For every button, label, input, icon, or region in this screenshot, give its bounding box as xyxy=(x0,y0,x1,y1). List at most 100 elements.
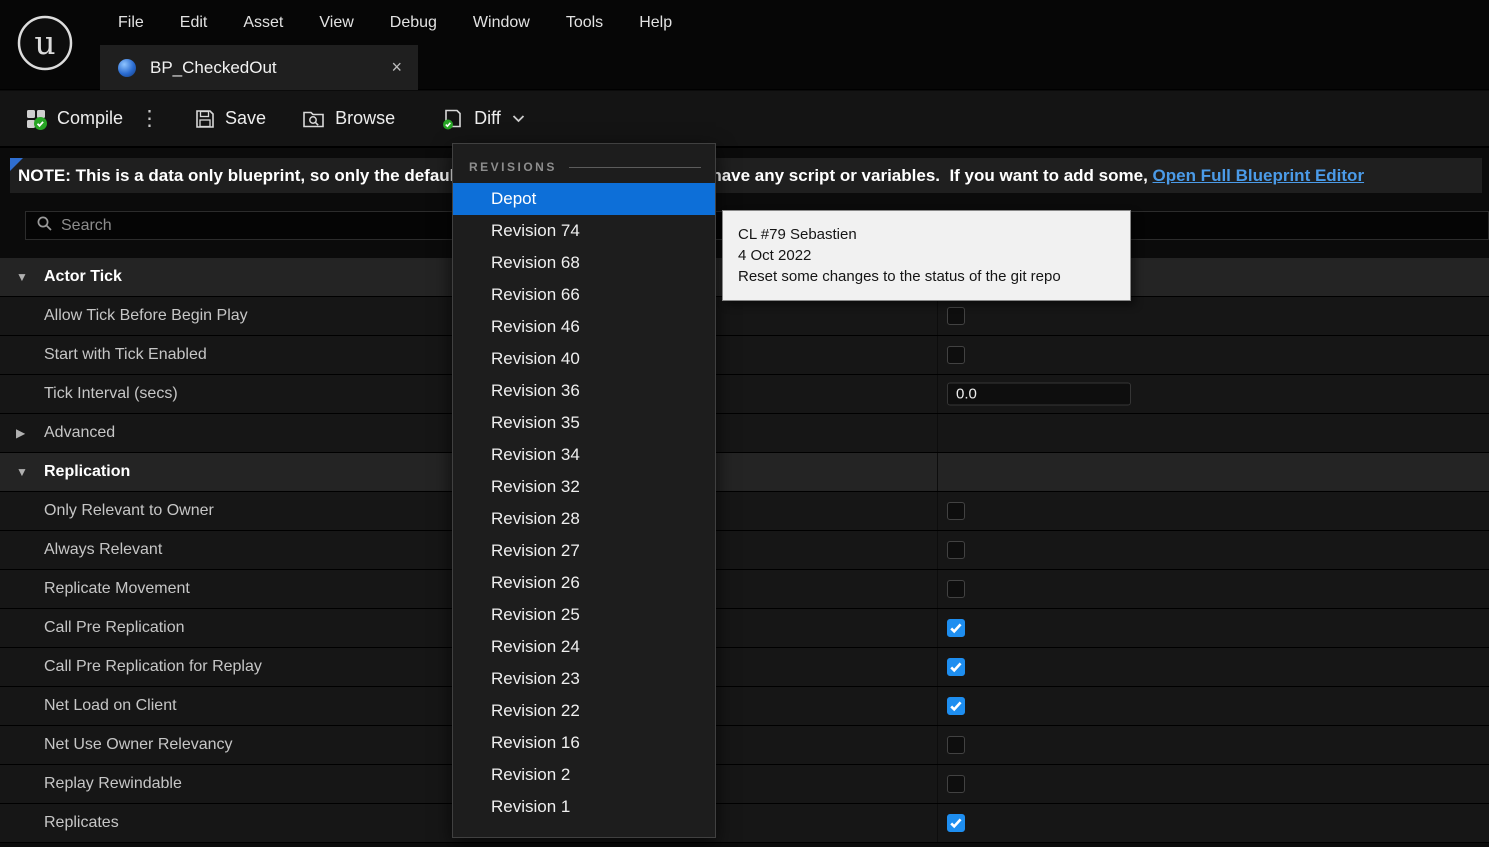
revisions-dropdown-menu: REVISIONS Depot Revision 74 Revision 68 Rev… xyxy=(452,143,716,838)
column-divider xyxy=(937,609,938,647)
compile-options-kebab-icon[interactable]: ⋮ xyxy=(139,108,160,129)
checkbox-replicate-movement[interactable] xyxy=(947,580,965,598)
revision-item-revision-66[interactable]: Revision 66 xyxy=(453,279,715,311)
column-divider xyxy=(937,414,938,452)
menubar-items: File Edit Asset View Debug Window Tools Help xyxy=(100,0,690,45)
property-label: Net Use Owner Relevancy xyxy=(44,736,233,753)
menu-bar: File Edit Asset View Debug Window Tools Help xyxy=(0,0,1489,45)
browse-button[interactable]: Browse xyxy=(302,108,395,130)
close-icon[interactable]: × xyxy=(391,57,402,78)
property-row-tick-interval-secs: Tick Interval (secs) 0.0 xyxy=(0,375,1489,414)
property-row-start-with-tick-enabled: Start with Tick Enabled xyxy=(0,336,1489,375)
checkbox-always-relevant[interactable] xyxy=(947,541,965,559)
revision-item-revision-35[interactable]: Revision 35 xyxy=(453,407,715,439)
revision-item-revision-32[interactable]: Revision 32 xyxy=(453,471,715,503)
note-banner: NOTE: This is a data only blueprint, so … xyxy=(10,158,1482,193)
menu-item-asset[interactable]: Asset xyxy=(225,14,301,32)
tab-title: BP_CheckedOut xyxy=(150,57,277,77)
checkbox-allow-tick-before-begin-play[interactable] xyxy=(947,307,965,325)
revision-item-revision-46[interactable]: Revision 46 xyxy=(453,311,715,343)
property-row-call-pre-replication: Call Pre Replication xyxy=(0,609,1489,648)
checkbox-start-with-tick-enabled[interactable] xyxy=(947,346,965,364)
open-full-blueprint-editor-link[interactable]: Open Full Blueprint Editor xyxy=(1153,166,1365,186)
revision-item-revision-23[interactable]: Revision 23 xyxy=(453,663,715,695)
menu-item-edit[interactable]: Edit xyxy=(162,14,226,32)
revision-item-revision-68[interactable]: Revision 68 xyxy=(453,247,715,279)
revision-tooltip: CL #79 Sebastien 4 Oct 2022 Reset some cha… xyxy=(722,210,1131,301)
column-divider xyxy=(937,570,938,608)
revision-item-revision-26[interactable]: Revision 26 xyxy=(453,567,715,599)
property-label: Replay Rewindable xyxy=(44,775,182,792)
tab-strip: BP_CheckedOut × xyxy=(0,45,1489,90)
menu-item-view[interactable]: View xyxy=(301,14,371,32)
revision-item-revision-34[interactable]: Revision 34 xyxy=(453,439,715,471)
property-label: Replicates xyxy=(44,814,119,831)
number-input-tick-interval-secs[interactable]: 0.0 xyxy=(947,382,1131,406)
revision-item-revision-25[interactable]: Revision 25 xyxy=(453,599,715,631)
revision-item-revision-2[interactable]: Revision 2 xyxy=(453,759,715,791)
svg-text:u: u xyxy=(34,23,55,62)
revision-item-revision-24[interactable]: Revision 24 xyxy=(453,631,715,663)
revision-item-depot[interactable]: Depot xyxy=(453,183,715,215)
chevron-down-icon[interactable]: ▼ xyxy=(16,270,28,284)
save-button[interactable]: Save xyxy=(194,108,266,130)
property-row-net-load-on-client: Net Load on Client xyxy=(0,687,1489,726)
revision-item-revision-1[interactable]: Revision 1 xyxy=(453,791,715,823)
column-divider xyxy=(937,492,938,530)
chevron-down-icon xyxy=(512,114,525,123)
diff-icon xyxy=(441,107,465,131)
revision-item-revision-16[interactable]: Revision 16 xyxy=(453,727,715,759)
property-label: Replication xyxy=(44,463,131,480)
save-icon xyxy=(194,108,216,130)
menu-item-tools[interactable]: Tools xyxy=(548,14,621,32)
property-label: Only Relevant to Owner xyxy=(44,502,214,519)
checkbox-replay-rewindable[interactable] xyxy=(947,775,965,793)
revision-item-revision-22[interactable]: Revision 22 xyxy=(453,695,715,727)
tooltip-line: 4 Oct 2022 xyxy=(738,247,812,264)
browse-folder-icon xyxy=(302,108,326,130)
property-row-advanced[interactable]: ▶ Advanced xyxy=(0,414,1489,453)
property-label: Allow Tick Before Begin Play xyxy=(44,307,248,324)
chevron-right-icon[interactable]: ▶ xyxy=(16,426,25,440)
tooltip-line: Reset some changes to the status of the … xyxy=(738,268,1061,285)
revision-item-revision-36[interactable]: Revision 36 xyxy=(453,375,715,407)
checkbox-net-use-owner-relevancy[interactable] xyxy=(947,736,965,754)
menu-item-debug[interactable]: Debug xyxy=(372,14,455,32)
property-row-call-pre-replication-for-replay: Call Pre Replication for Replay xyxy=(0,648,1489,687)
property-row-net-use-owner-relevancy: Net Use Owner Relevancy xyxy=(0,726,1489,765)
property-row-only-relevant-to-owner: Only Relevant to Owner xyxy=(0,492,1489,531)
checkbox-call-pre-replication[interactable] xyxy=(947,619,965,637)
diff-label: Diff xyxy=(474,108,501,128)
unreal-engine-logo-icon[interactable]: u xyxy=(15,13,75,73)
property-label: Advanced xyxy=(44,424,116,441)
compile-button[interactable]: Compile xyxy=(24,107,123,131)
details-panel: ▼ Actor Tick Allow Tick Before Begin Play S… xyxy=(0,258,1489,843)
menu-item-help[interactable]: Help xyxy=(621,14,690,32)
revision-item-revision-27[interactable]: Revision 27 xyxy=(453,535,715,567)
column-divider xyxy=(937,687,938,725)
revision-item-revision-28[interactable]: Revision 28 xyxy=(453,503,715,535)
compile-icon xyxy=(24,107,48,131)
property-label: Replicate Movement xyxy=(44,580,190,597)
diff-button[interactable]: Diff xyxy=(441,107,525,131)
property-row-always-relevant: Always Relevant xyxy=(0,531,1489,570)
chevron-down-icon[interactable]: ▼ xyxy=(16,465,28,479)
checkbox-call-pre-replication-for-replay[interactable] xyxy=(947,658,965,676)
property-label: Always Relevant xyxy=(44,541,163,558)
menu-item-window[interactable]: Window xyxy=(455,14,548,32)
note-corner-accent xyxy=(10,158,23,171)
category-row-replication[interactable]: ▼ Replication xyxy=(0,453,1489,492)
menu-item-file[interactable]: File xyxy=(100,14,162,32)
search-input[interactable] xyxy=(61,216,481,235)
browse-label: Browse xyxy=(335,108,396,128)
checkbox-only-relevant-to-owner[interactable] xyxy=(947,502,965,520)
checkbox-net-load-on-client[interactable] xyxy=(947,697,965,715)
property-label: Net Load on Client xyxy=(44,697,177,714)
revision-item-revision-40[interactable]: Revision 40 xyxy=(453,343,715,375)
property-label: Tick Interval (secs) xyxy=(44,385,178,402)
property-row-replay-rewindable: Replay Rewindable xyxy=(0,765,1489,804)
column-divider xyxy=(937,297,938,335)
checkbox-replicates[interactable] xyxy=(947,814,965,832)
revision-item-revision-74[interactable]: Revision 74 xyxy=(453,215,715,247)
tab-bp-checkedout[interactable]: BP_CheckedOut × xyxy=(100,45,418,90)
